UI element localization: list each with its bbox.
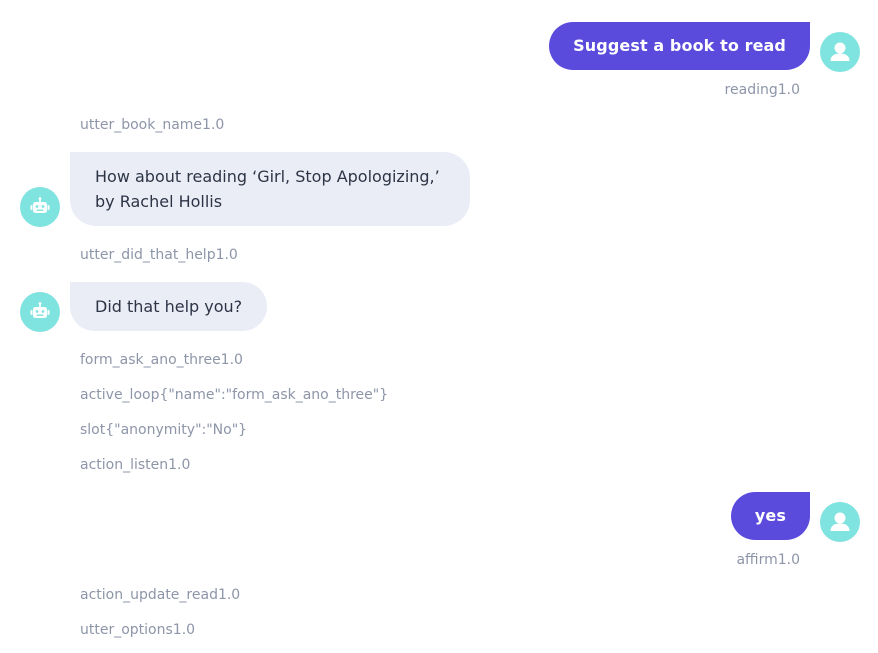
action-label: form_ask_ano_three1.0 bbox=[80, 352, 243, 368]
active-loop-label: active_loop{"name":"form_ask_ano_three"} bbox=[80, 387, 389, 403]
user-message-bubble: yes bbox=[730, 492, 810, 540]
robot-icon bbox=[30, 197, 50, 213]
user-icon bbox=[830, 512, 850, 531]
user-message-bubble: Suggest a book to read bbox=[549, 22, 810, 70]
bot-avatar bbox=[20, 292, 60, 332]
user-avatar bbox=[820, 32, 860, 72]
bot-message-text: How about reading ‘Girl, Stop Apologizin… bbox=[95, 167, 440, 211]
user-avatar bbox=[820, 502, 860, 542]
action-label: action_listen1.0 bbox=[80, 457, 191, 473]
action-label: utter_options1.0 bbox=[80, 622, 196, 638]
intent-label: affirm1.0 bbox=[736, 552, 800, 568]
intent-label: reading1.0 bbox=[724, 82, 800, 98]
user-message-text: yes bbox=[754, 506, 786, 525]
action-label: action_update_read1.0 bbox=[80, 587, 241, 603]
robot-icon bbox=[30, 302, 50, 318]
bot-avatar bbox=[20, 187, 60, 227]
action-label: utter_book_name1.0 bbox=[80, 117, 225, 133]
user-message-text: Suggest a book to read bbox=[573, 36, 786, 55]
user-icon bbox=[830, 42, 850, 61]
bot-message-bubble: How about reading ‘Girl, Stop Apologizin… bbox=[70, 152, 470, 226]
bot-message-text: Did that help you? bbox=[95, 297, 243, 316]
chat-transcript: Suggest a book to read reading1.0 utter_… bbox=[0, 0, 878, 653]
slot-label: slot{"anonymity":"No"} bbox=[80, 422, 248, 438]
bot-message-bubble: Did that help you? bbox=[70, 282, 268, 331]
action-label: utter_did_that_help1.0 bbox=[80, 247, 238, 263]
